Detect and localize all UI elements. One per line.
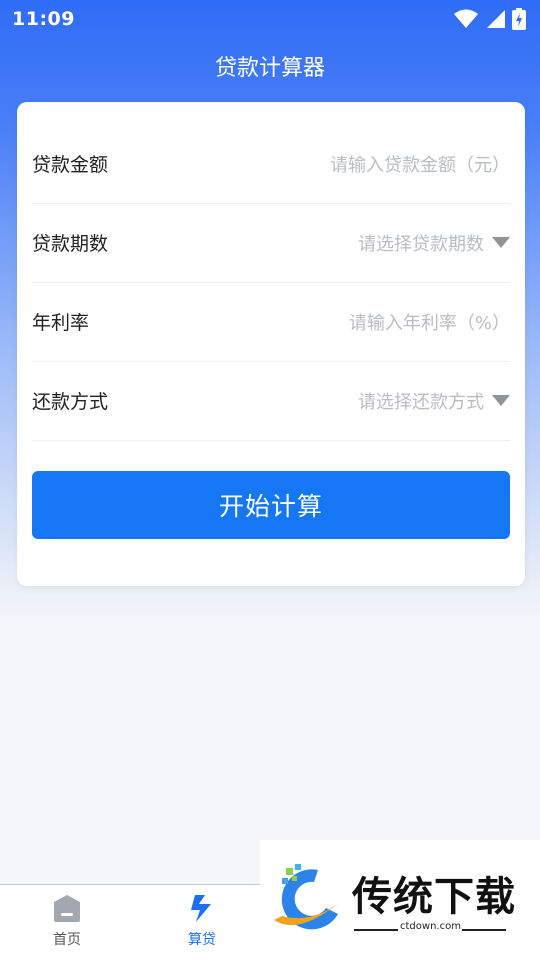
loan-term-label: 贷款期数 [32,233,109,255]
wifi-icon [454,9,478,28]
battery-charging-icon [512,8,526,30]
watermark-divider-right [462,929,506,931]
signal-icon [487,10,505,28]
status-bar: 11:09 [0,0,540,38]
status-time: 11:09 [12,8,75,30]
tab-home-label: 首页 [53,932,81,948]
calculator-bolt-icon [191,895,211,922]
interest-rate-placeholder: 请输入年利率（%） [348,312,510,334]
repayment-method-label: 还款方式 [32,391,109,413]
watermark-brand: 传统下载 [352,874,516,920]
repayment-method-select[interactable]: 请选择还款方式 [358,388,510,414]
loan-amount-placeholder: 请输入贷款金额（元） [330,154,510,176]
brand-logo-icon [274,864,340,930]
loan-amount-input[interactable]: 请输入贷款金额（元） [330,151,510,177]
chevron-down-icon[interactable] [492,395,510,406]
home-icon [54,895,80,922]
repayment-method-row[interactable]: 还款方式 请选择还款方式 [32,361,510,441]
chevron-down-icon[interactable] [492,237,510,248]
loan-form-card: 贷款金额 请输入贷款金额（元） 贷款期数 请选择贷款期数 年利率 请输入年利率（… [17,102,525,586]
tab-calculator[interactable]: 算贷 [162,893,242,949]
loan-term-select[interactable]: 请选择贷款期数 [358,230,510,256]
interest-rate-row[interactable]: 年利率 请输入年利率（%） [32,282,510,362]
tab-calculator-label: 算贷 [188,932,216,948]
status-icons [454,8,526,30]
interest-rate-label: 年利率 [32,312,90,334]
tab-home[interactable]: 首页 [27,893,107,949]
loan-amount-label: 贷款金额 [32,154,109,176]
start-calculation-button[interactable]: 开始计算 [32,471,510,539]
watermark-logo: 传统下载 ctdown.com [260,840,540,960]
page-title: 贷款计算器 [214,56,325,81]
loan-term-placeholder: 请选择贷款期数 [358,233,484,255]
watermark-url: ctdown.com [400,921,461,932]
watermark-divider-left [354,929,398,931]
interest-rate-input[interactable]: 请输入年利率（%） [349,309,510,335]
repayment-method-placeholder: 请选择还款方式 [358,391,484,413]
loan-amount-row[interactable]: 贷款金额 请输入贷款金额（元） [32,124,510,204]
loan-term-row[interactable]: 贷款期数 请选择贷款期数 [32,203,510,283]
